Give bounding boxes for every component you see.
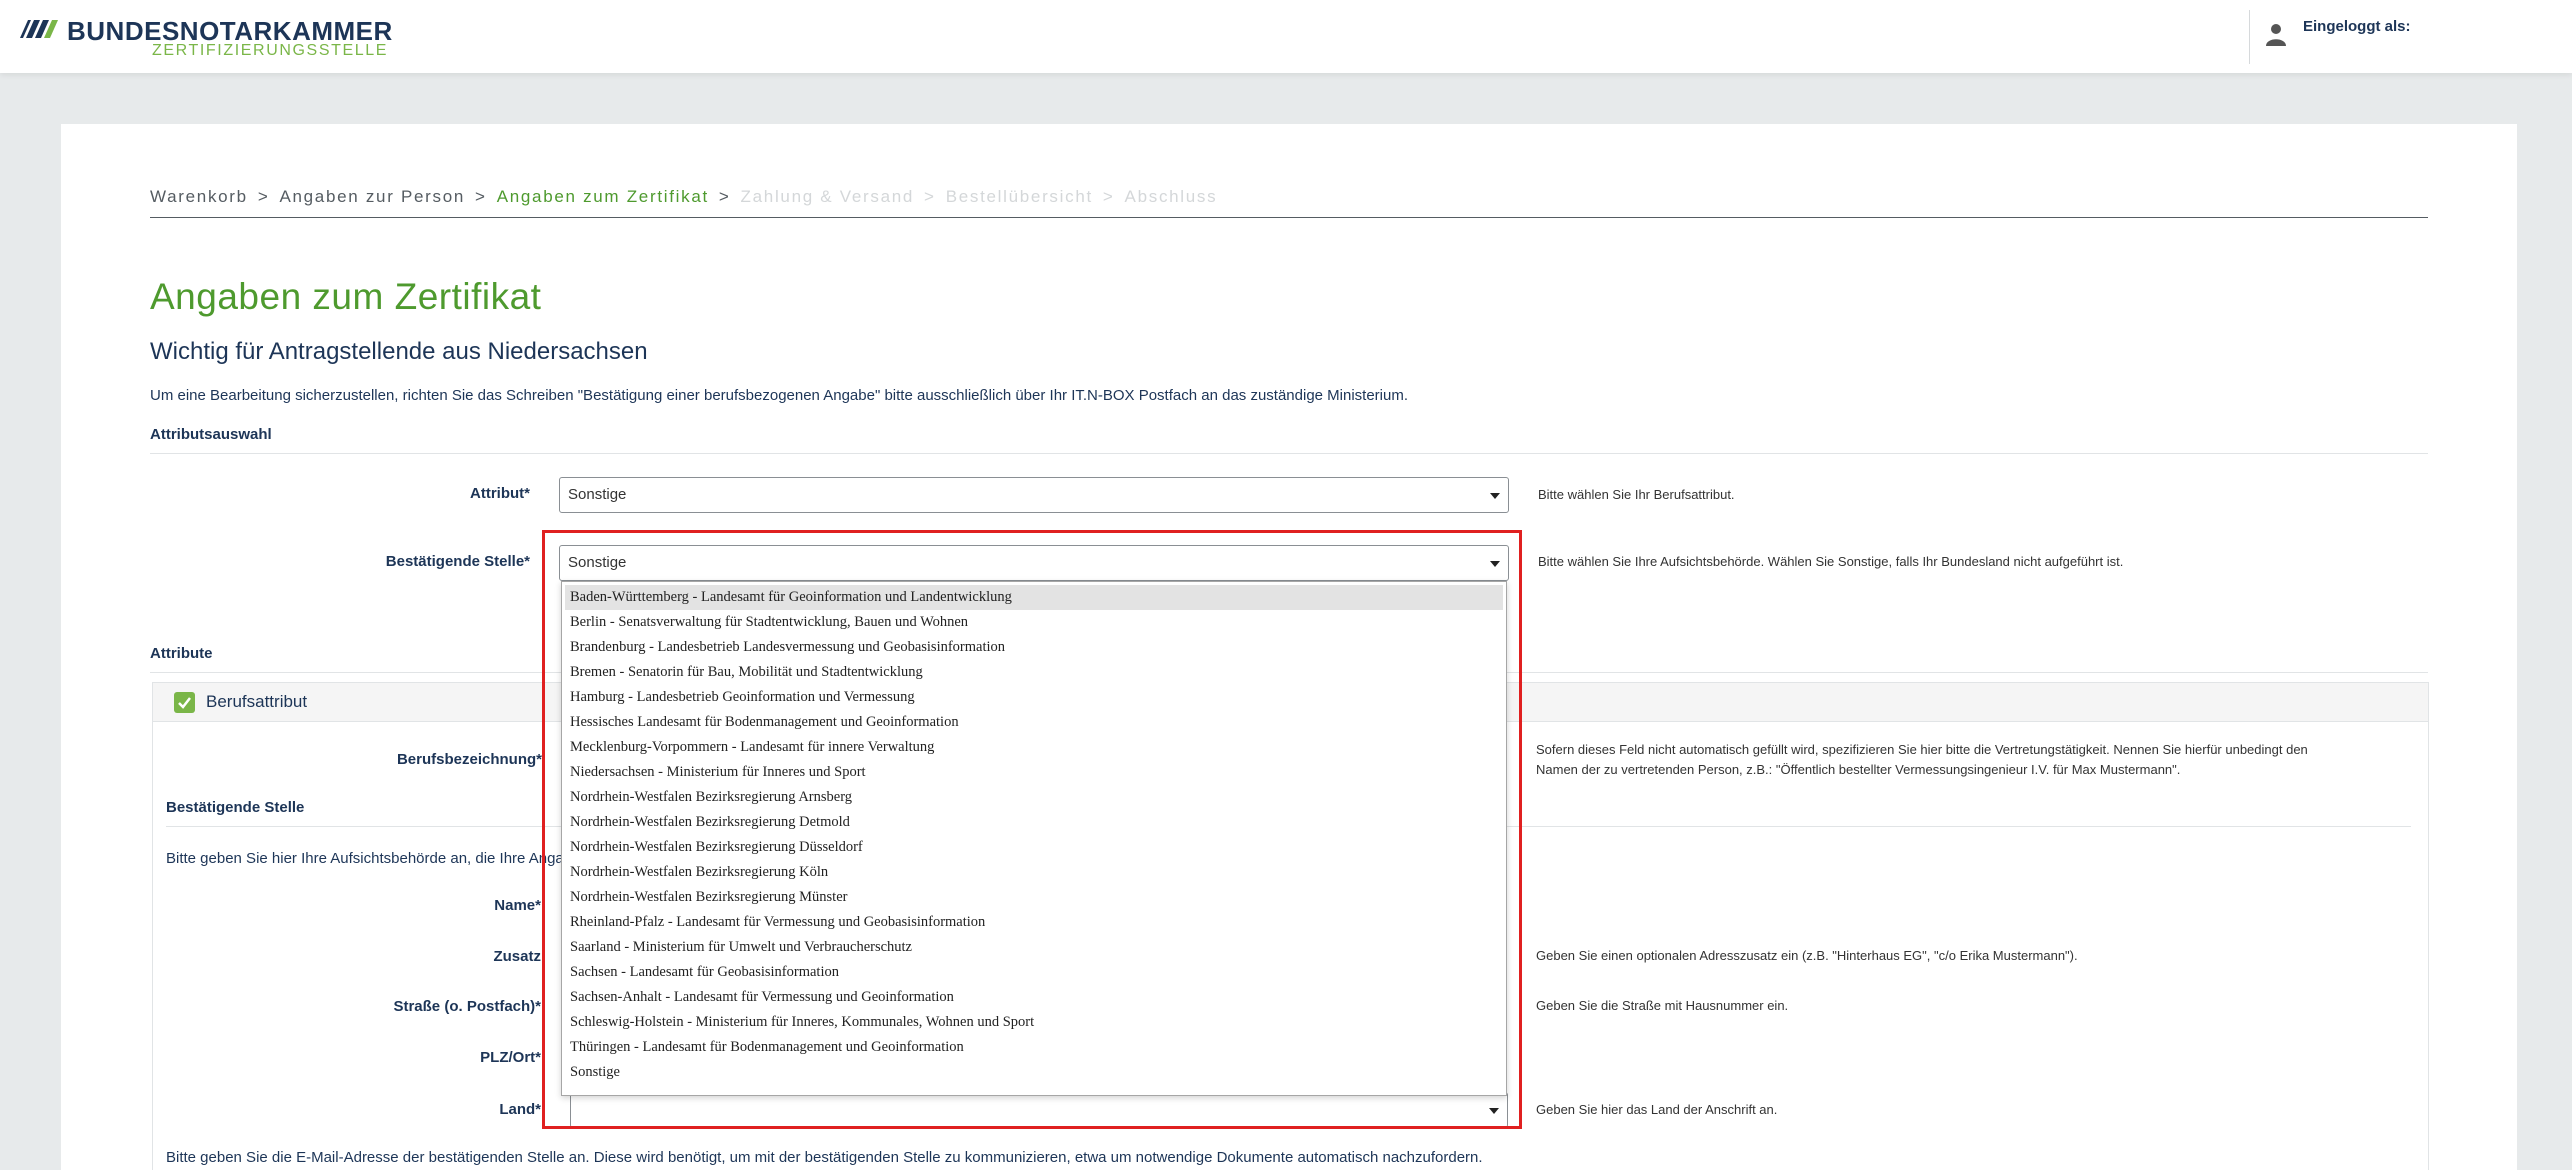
logo-stripes-icon bbox=[20, 20, 58, 38]
berufsbezeichnung-label: Berufsbezeichnung* bbox=[396, 751, 542, 768]
top-bar: BUNDESNOTARKAMMER ZERTIFIZIERUNGSSTELLE … bbox=[0, 0, 2572, 73]
section-title-bestaetigende-stelle: Bestätigende Stelle bbox=[166, 799, 305, 816]
chevron-down-icon bbox=[1490, 493, 1500, 499]
strasse-hint: Geben Sie die Straße mit Hausnummer ein. bbox=[1536, 998, 1789, 1013]
bestaetigende-stelle-intro: Bitte geben Sie hier Ihre Aufsichtsbehör… bbox=[166, 850, 581, 867]
dropdown-option[interactable]: Hessisches Landesamt für Bodenmanagement… bbox=[565, 710, 1503, 735]
brand-subtitle: ZERTIFIZIERUNGSSTELLE bbox=[152, 42, 389, 59]
breadcrumb-divider bbox=[150, 217, 2428, 218]
dropdown-option[interactable]: Sonstige bbox=[565, 1060, 1503, 1085]
email-instruction: Bitte geben Sie die E-Mail-Adresse der b… bbox=[166, 1149, 1483, 1166]
breadcrumb-step-zertifikat: Angaben zum Zertifikat bbox=[496, 187, 709, 206]
dropdown-option[interactable]: Saarland - Ministerium für Umwelt und Ve… bbox=[565, 935, 1503, 960]
breadcrumb-separator: > bbox=[1102, 187, 1115, 206]
user-menu[interactable]: Eingeloggt als: bbox=[2249, 10, 2509, 64]
stelle-hint: Bitte wählen Sie Ihre Aufsichtsbehörde. … bbox=[1538, 554, 2124, 569]
attribut-hint: Bitte wählen Sie Ihr Berufsattribut. bbox=[1538, 487, 1735, 502]
dropdown-option[interactable]: Sachsen - Landesamt für Geobasisinformat… bbox=[565, 960, 1503, 985]
dropdown-option[interactable]: Nordrhein-Westfalen Bezirksregierung Arn… bbox=[565, 785, 1503, 810]
berufsbezeichnung-hint-line2: Namen der zu vertretenden Person, z.B.: … bbox=[1536, 762, 2181, 777]
dropdown-option[interactable]: Niedersachsen - Ministerium für Inneres … bbox=[565, 760, 1503, 785]
page-title: Angaben zum Zertifikat bbox=[150, 276, 542, 317]
dropdown-option[interactable]: Schleswig-Holstein - Ministerium für Inn… bbox=[565, 1010, 1503, 1035]
logged-in-label: Eingeloggt als: bbox=[2303, 18, 2411, 35]
land-label: Land* bbox=[499, 1101, 541, 1118]
breadcrumb-separator: > bbox=[924, 187, 936, 206]
breadcrumb-separator: > bbox=[257, 187, 270, 206]
dropdown-option[interactable]: Baden-Württemberg - Landesamt für Geoinf… bbox=[565, 585, 1503, 610]
user-icon bbox=[2266, 24, 2286, 46]
section-divider bbox=[150, 453, 2428, 454]
breadcrumb-separator: > bbox=[718, 187, 731, 206]
breadcrumb-step-person[interactable]: Angaben zur Person bbox=[279, 187, 465, 206]
breadcrumb-step-warenkorb[interactable]: Warenkorb bbox=[150, 187, 248, 206]
attribut-select[interactable]: Sonstige bbox=[559, 477, 1509, 513]
berufsattribut-panel-title: Berufsattribut bbox=[206, 692, 308, 711]
page-note: Um eine Bearbeitung sicherzustellen, ric… bbox=[150, 387, 1409, 404]
checkmark-icon bbox=[174, 692, 195, 713]
breadcrumb-step-zahlung: Zahlung & Versand bbox=[740, 187, 915, 206]
section-title-attributsauswahl: Attributsauswahl bbox=[150, 426, 272, 443]
dropdown-option[interactable]: Brandenburg - Landesbetrieb Landesvermes… bbox=[565, 635, 1503, 660]
dropdown-option[interactable]: Nordrhein-Westfalen Bezirksregierung Köl… bbox=[565, 860, 1503, 885]
strasse-label: Straße (o. Postfach)* bbox=[393, 998, 541, 1015]
stelle-dropdown-list[interactable]: Baden-Württemberg - Landesamt für Geoinf… bbox=[561, 581, 1507, 1096]
plz-ort-label: PLZ/Ort* bbox=[480, 1049, 541, 1066]
dropdown-option[interactable]: Berlin - Senatsverwaltung für Stadtentwi… bbox=[565, 610, 1503, 635]
dropdown-option[interactable]: Sachsen-Anhalt - Landesamt für Vermessun… bbox=[565, 985, 1503, 1010]
attribut-label: Attribut* bbox=[470, 485, 530, 502]
logo[interactable]: BUNDESNOTARKAMMER ZERTIFIZIERUNGSSTELLE bbox=[20, 14, 392, 60]
section-title-attribute: Attribute bbox=[150, 645, 213, 662]
dropdown-option[interactable]: Rheinland-Pfalz - Landesamt für Vermessu… bbox=[565, 910, 1503, 935]
zusatz-hint: Geben Sie einen optionalen Adresszusatz … bbox=[1536, 948, 2078, 963]
breadcrumb: Warenkorb > Angaben zur Person > Angaben zum… bbox=[150, 187, 1217, 207]
breadcrumb-step-uebersicht: Bestellübersicht bbox=[945, 187, 1093, 206]
zusatz-label: Zusatz bbox=[493, 948, 541, 965]
land-hint: Geben Sie hier das Land der Anschrift an… bbox=[1536, 1102, 1778, 1117]
dropdown-option[interactable]: Nordrhein-Westfalen Bezirksregierung Det… bbox=[565, 810, 1503, 835]
breadcrumb-step-abschluss: Abschluss bbox=[1124, 187, 1218, 206]
berufsbezeichnung-hint-line1: Sofern dieses Feld nicht automatisch gef… bbox=[1536, 742, 2308, 757]
dropdown-option[interactable]: Bremen - Senatorin für Bau, Mobilität un… bbox=[565, 660, 1503, 685]
dropdown-option[interactable]: Mecklenburg-Vorpommern - Landesamt für i… bbox=[565, 735, 1503, 760]
dropdown-option[interactable]: Nordrhein-Westfalen Bezirksregierung Mün… bbox=[565, 885, 1503, 910]
breadcrumb-separator: > bbox=[475, 187, 487, 206]
stelle-label: Bestätigende Stelle* bbox=[385, 553, 530, 570]
dropdown-option[interactable]: Thüringen - Landesamt für Bodenmanagemen… bbox=[565, 1035, 1503, 1060]
attribut-select-value: Sonstige bbox=[568, 486, 627, 503]
dropdown-option[interactable]: Nordrhein-Westfalen Bezirksregierung Düs… bbox=[565, 835, 1503, 860]
page-subtitle: Wichtig für Antragstellende aus Niedersa… bbox=[150, 338, 648, 365]
dropdown-option[interactable]: Hamburg - Landesbetrieb Geoinformation u… bbox=[565, 685, 1503, 710]
name-label: Name* bbox=[494, 897, 541, 914]
